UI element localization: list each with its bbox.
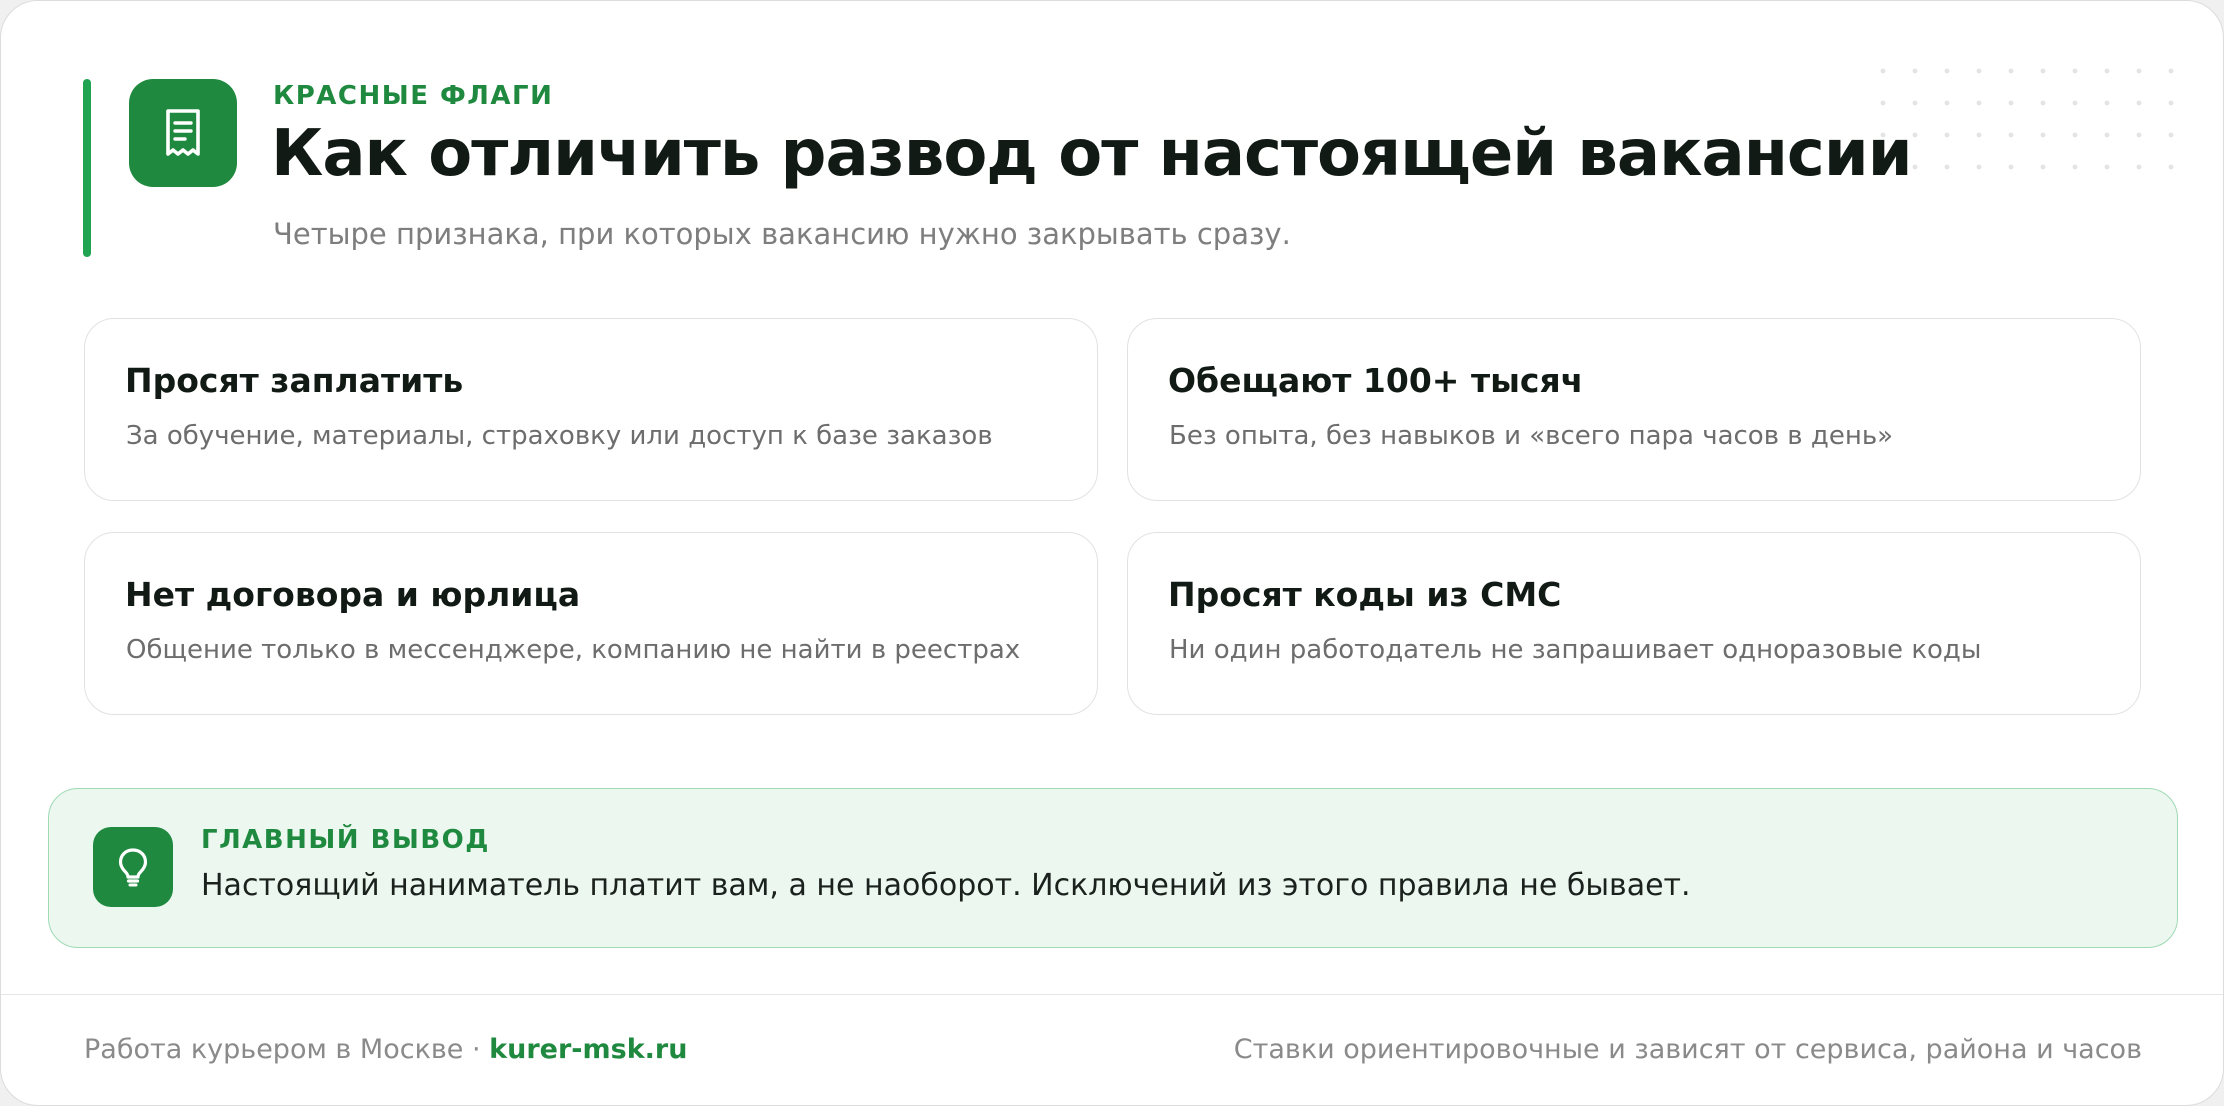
conclusion-text: Настоящий наниматель платит вам, а не на… — [201, 868, 1691, 903]
footer-left: Работа курьером в Москве · kurer-msk.ru — [84, 1034, 687, 1065]
flag-title: Просят заплатить — [125, 361, 464, 400]
accent-bar — [83, 79, 91, 257]
flag-description: За обучение, материалы, страховку или до… — [126, 421, 993, 451]
conclusion-label: ГЛАВНЫЙ ВЫВОД — [201, 825, 490, 855]
flag-title: Нет договора и юрлица — [125, 575, 581, 614]
flag-title: Обещают 100+ тысяч — [1168, 361, 1584, 400]
footer-disclaimer: Ставки ориентировочные и зависят от серв… — [1233, 1034, 2142, 1065]
flag-card: Просят коды из СМС Ни один работодатель … — [1127, 532, 2141, 715]
footer-caption: Работа курьером в Москве · — [84, 1034, 490, 1065]
info-card: КРАСНЫЕ ФЛАГИ Как отличить развод от нас… — [0, 0, 2224, 1106]
site-link[interactable]: kurer-msk.ru — [489, 1034, 687, 1065]
flag-card: Просят заплатить За обучение, материалы,… — [84, 318, 1098, 501]
flag-title: Просят коды из СМС — [1168, 575, 1562, 614]
eyebrow-label: КРАСНЫЕ ФЛАГИ — [273, 81, 554, 111]
flag-card: Обещают 100+ тысяч Без опыта, без навыко… — [1127, 318, 2141, 501]
receipt-icon-box — [129, 79, 237, 187]
footer-divider — [1, 994, 2223, 995]
header: КРАСНЫЕ ФЛАГИ Как отличить развод от нас… — [83, 79, 1913, 257]
lightbulb-icon — [118, 848, 148, 887]
page-title: Как отличить развод от настоящей ваканси… — [271, 117, 1913, 191]
flag-card: Нет договора и юрлица Общение только в м… — [84, 532, 1098, 715]
conclusion-box: ГЛАВНЫЙ ВЫВОД Настоящий наниматель плати… — [48, 788, 2178, 948]
flag-description: Общение только в мессенджере, компанию н… — [126, 635, 1021, 665]
flag-description: Ни один работодатель не запрашивает одно… — [1169, 635, 1982, 665]
receipt-icon — [166, 109, 200, 156]
page-subtitle: Четыре признака, при которых вакансию ну… — [273, 217, 1291, 251]
lightbulb-icon-box — [93, 827, 173, 907]
flag-description: Без опыта, без навыков и «всего пара час… — [1169, 421, 1894, 451]
